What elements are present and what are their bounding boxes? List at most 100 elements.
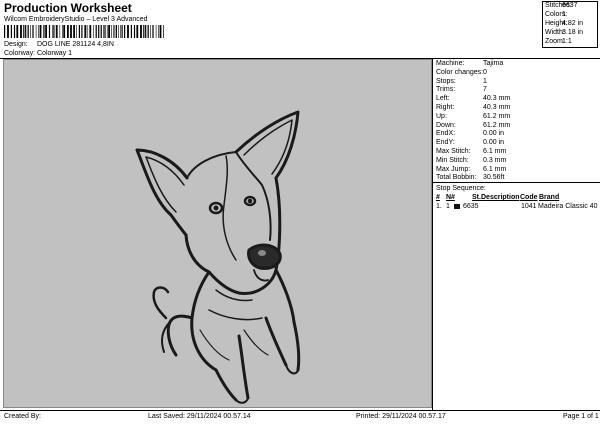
info-row: Down: 61.2 mm bbox=[436, 122, 598, 131]
barcode-bar bbox=[63, 25, 66, 38]
stop-sequence-title: Stop Sequence: bbox=[436, 185, 486, 192]
barcode bbox=[4, 25, 164, 38]
info-row: Max Stitch: 6.1 mm bbox=[436, 148, 598, 157]
barcode-bar bbox=[30, 25, 31, 38]
barcode-bar bbox=[95, 25, 97, 38]
thread-color-swatch bbox=[454, 204, 460, 209]
col-needle: N# bbox=[446, 194, 455, 201]
stop-sequence-header: # N# St. Description Code Brand bbox=[436, 194, 598, 203]
printed-date: Printed: 29/11/2024 00.57.17 bbox=[356, 413, 446, 420]
stop-row: 1. 1 6635 1041 Madeira Classic 40 bbox=[436, 203, 598, 212]
info-label: Max Jump: bbox=[436, 165, 471, 173]
width-value: 3.18 in bbox=[562, 29, 584, 36]
barcode-bar bbox=[78, 25, 80, 38]
barcode-bar bbox=[155, 25, 157, 38]
info-row: Up: 61.2 mm bbox=[436, 113, 598, 122]
barcode-bar bbox=[158, 25, 159, 38]
design-name: DOG LINE 281124 4,8IN bbox=[37, 41, 114, 48]
info-value: 0 bbox=[483, 68, 487, 76]
design-preview bbox=[3, 59, 432, 408]
barcode-bar bbox=[48, 25, 51, 38]
info-row: Max Jump: 6.1 mm bbox=[436, 166, 598, 175]
barcode-bar bbox=[52, 25, 53, 38]
barcode-bar bbox=[127, 25, 129, 38]
stop-brand: Madeira Classic 40 bbox=[538, 203, 598, 210]
info-label: Up: bbox=[436, 112, 447, 120]
colorway-label: Colorway: bbox=[4, 50, 36, 57]
info-value: 61.2 mm bbox=[483, 112, 511, 120]
machine-info-list: Machine: Tajima Color changes: 0 Stops: 1 Trim… bbox=[436, 60, 598, 183]
info-row: Min Stitch: 0.3 mm bbox=[436, 157, 598, 166]
info-row: EndY: 0.00 in bbox=[436, 139, 598, 148]
barcode-bar bbox=[62, 25, 63, 38]
barcode-bar bbox=[10, 25, 12, 38]
created-by: Created By: bbox=[4, 413, 41, 420]
barcode-bar bbox=[16, 25, 19, 38]
info-label: EndX: bbox=[436, 130, 456, 138]
barcode-bar bbox=[113, 25, 114, 38]
barcode-bar bbox=[121, 25, 123, 38]
info-value: 7 bbox=[483, 86, 487, 94]
barcode-bar bbox=[120, 25, 121, 38]
stop-index: 1. bbox=[436, 203, 442, 210]
barcode-bar bbox=[136, 25, 139, 38]
info-row: EndX: 0.00 in bbox=[436, 130, 598, 139]
zoom-value: 1:1 bbox=[562, 38, 572, 45]
barcode-bar bbox=[35, 25, 37, 38]
last-saved: Last Saved: 29/11/2024 00.57.14 bbox=[148, 413, 251, 420]
barcode-bar bbox=[150, 25, 151, 38]
barcode-bar bbox=[70, 25, 72, 38]
barcode-bar bbox=[39, 25, 42, 38]
stitches-value: 6637 bbox=[562, 2, 578, 9]
barcode-bar bbox=[133, 25, 136, 38]
barcode-bar bbox=[93, 25, 94, 38]
barcode-bar bbox=[33, 25, 34, 38]
barcode-bar bbox=[130, 25, 132, 38]
barcode-bar bbox=[159, 25, 162, 38]
barcode-bar bbox=[84, 25, 87, 38]
info-value: 40.3 mm bbox=[483, 95, 511, 103]
info-label: Total Bobbin: bbox=[436, 174, 477, 182]
col-stitches: St. bbox=[472, 194, 481, 201]
software-name: Wilcom EmbroideryStudio – Level 3 Advanc… bbox=[4, 16, 148, 23]
barcode-bar bbox=[145, 25, 147, 38]
design-label: Design: bbox=[4, 41, 28, 48]
info-label: Machine: bbox=[436, 60, 465, 67]
barcode-bar bbox=[86, 25, 88, 38]
barcode-bar bbox=[140, 25, 142, 38]
summary-row: Stitches: 6637 bbox=[545, 2, 597, 11]
barcode-bar bbox=[27, 25, 29, 38]
info-value: 6.1 mm bbox=[483, 147, 507, 155]
stop-code: 1041 bbox=[521, 203, 537, 210]
barcode-bar bbox=[100, 25, 102, 38]
panel-divider bbox=[432, 58, 433, 410]
info-value: 0.00 in bbox=[483, 130, 505, 138]
barcode-bar bbox=[13, 25, 16, 38]
colors-value: 1 bbox=[562, 11, 566, 18]
barcode-bar bbox=[45, 25, 47, 38]
info-row: Trims: 7 bbox=[436, 86, 598, 95]
barcode-bar bbox=[55, 25, 58, 38]
barcode-bar bbox=[38, 25, 39, 38]
barcode-bar bbox=[7, 25, 9, 38]
barcode-bar bbox=[81, 25, 83, 38]
barcode-bar bbox=[152, 25, 153, 38]
barcode-bar bbox=[98, 25, 100, 38]
footer-divider bbox=[0, 410, 600, 411]
info-value: Tajima bbox=[483, 60, 504, 67]
info-label: Min Stitch: bbox=[436, 156, 469, 164]
barcode-bar bbox=[108, 25, 110, 38]
info-value: 1 bbox=[483, 77, 487, 85]
barcode-bar bbox=[25, 25, 27, 38]
info-label: Down: bbox=[436, 121, 456, 129]
barcode-bar bbox=[118, 25, 119, 38]
barcode-bar bbox=[143, 25, 145, 38]
colorway-name: Colorway 1 bbox=[37, 50, 73, 57]
summary-row: Height: 4.82 in bbox=[545, 20, 597, 29]
barcode-bar bbox=[76, 25, 77, 38]
barcode-bar bbox=[103, 25, 104, 38]
info-value: 30.56ft bbox=[483, 174, 505, 182]
barcode-bar bbox=[20, 25, 22, 38]
barcode-bar bbox=[32, 25, 33, 38]
barcode-bar bbox=[59, 25, 61, 38]
